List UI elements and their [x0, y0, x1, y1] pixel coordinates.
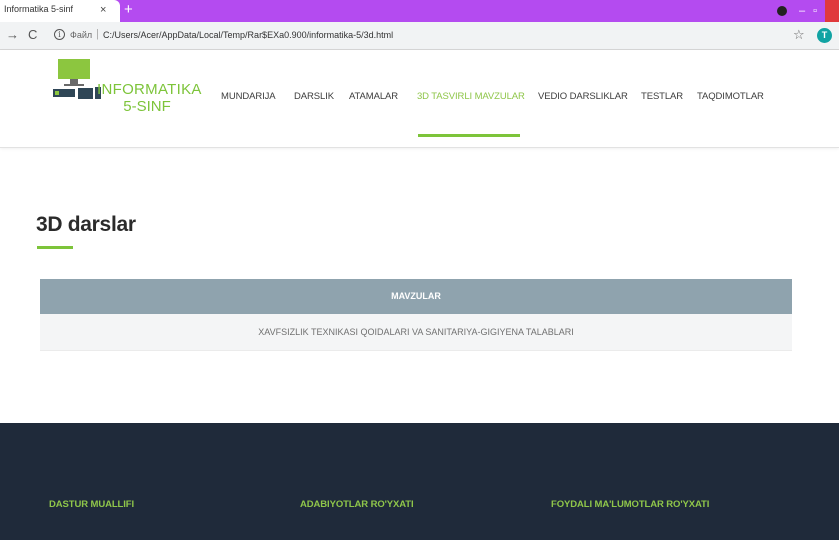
maximize-icon[interactable]: ▫	[813, 5, 817, 17]
page-title: 3D darslar	[36, 213, 136, 236]
site-footer	[0, 423, 839, 540]
reload-icon[interactable]: C	[28, 27, 37, 43]
topics-table: MAVZULAR XAVFSIZLIK TEXNIKASI QOIDALARI …	[40, 279, 792, 351]
brand-title[interactable]: INFORMATIKA	[97, 81, 201, 98]
computer-logo-icon[interactable]	[51, 57, 103, 103]
nav-item-3d-mavzular[interactable]: 3D TASVIRLI MAVZULAR	[417, 91, 525, 102]
title-underline	[37, 246, 73, 249]
nav-item-darslik[interactable]: DARSLIK	[294, 91, 334, 102]
url-text[interactable]: C:/Users/Acer/AppData/Local/Temp/Rar$EXa…	[103, 30, 393, 40]
nav-item-mundarija[interactable]: MUNDARIJA	[221, 91, 276, 102]
footer-link-author[interactable]: DASTUR MUALLIFI	[49, 499, 134, 510]
footer-link-references[interactable]: ADABIYOTLAR RO'YXATI	[300, 499, 414, 510]
close-window-button[interactable]	[825, 0, 839, 22]
tab-title: Informatika 5-sinf	[4, 4, 74, 14]
star-icon[interactable]: ☆	[793, 27, 805, 43]
browser-tab-strip: Informatika 5-sinf × + – ▫	[0, 0, 839, 22]
tab-close-icon[interactable]: ×	[100, 3, 106, 17]
avatar[interactable]: T	[817, 28, 832, 43]
browser-tab[interactable]: Informatika 5-sinf ×	[0, 0, 120, 22]
window-controls: – ▫	[776, 0, 839, 22]
nav-item-atamalar[interactable]: ATAMALAR	[349, 91, 398, 102]
new-tab-button[interactable]: +	[124, 1, 133, 19]
info-icon[interactable]: i	[54, 29, 65, 40]
table-row[interactable]: XAVFSIZLIK TEXNIKASI QOIDALARI VA SANITA…	[40, 314, 792, 351]
url-separator: |	[96, 28, 99, 40]
minimize-icon[interactable]: –	[799, 5, 805, 17]
nav-item-testlar[interactable]: TESTLAR	[641, 91, 683, 102]
nav-item-vedio-darsliklar[interactable]: VEDIO DARSLIKLAR	[538, 91, 628, 102]
active-nav-indicator	[418, 134, 520, 137]
address-bar: → C i Файл | C:/Users/Acer/AppData/Local…	[0, 22, 839, 50]
footer-link-useful-info[interactable]: FOYDALI MA'LUMOTLAR RO'YXATI	[551, 499, 709, 510]
brand-subtitle[interactable]: 5-SINF	[97, 98, 197, 115]
nav-item-taqdimotlar[interactable]: TAQDIMOTLAR	[697, 91, 764, 102]
url-scheme-label: Файл	[70, 30, 93, 40]
table-header: MAVZULAR	[40, 279, 792, 314]
back-icon[interactable]: →	[6, 27, 19, 43]
profile-icon[interactable]	[776, 6, 787, 16]
